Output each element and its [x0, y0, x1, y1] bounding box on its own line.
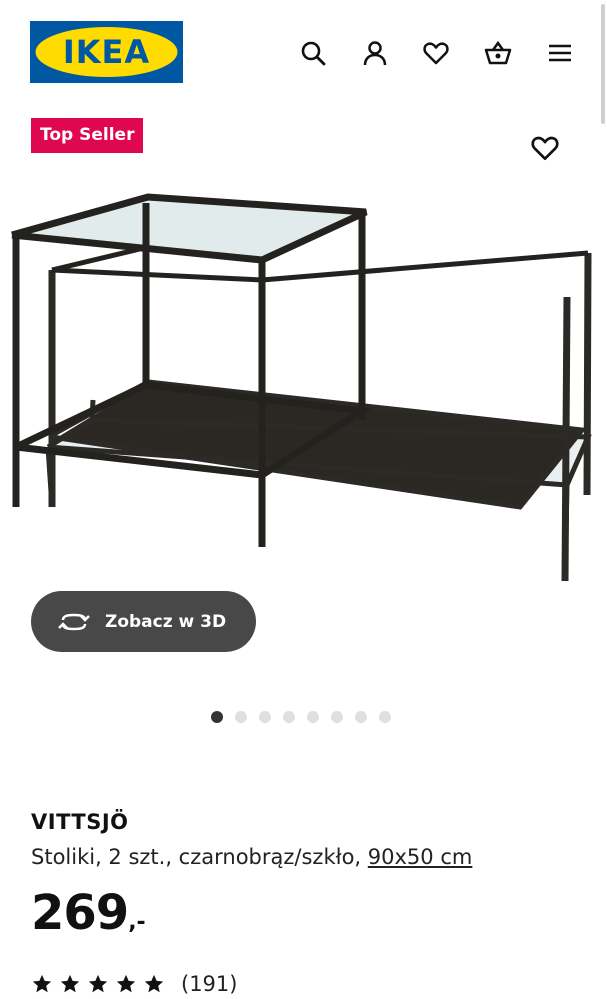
price-integer: 269 — [31, 885, 129, 941]
rotate-3d-icon — [58, 613, 90, 630]
scrollbar[interactable] — [601, 4, 605, 124]
star-icon — [88, 974, 108, 993]
search-icon[interactable] — [296, 36, 330, 70]
carousel-dot[interactable] — [235, 711, 247, 723]
product-description: Stoliki, 2 szt., czarnobrąz/szkło, 90x50… — [31, 845, 472, 869]
carousel-dot[interactable] — [355, 711, 367, 723]
product-rating[interactable]: (191) — [31, 972, 237, 996]
heart-icon — [531, 136, 559, 161]
product-size-link[interactable]: 90x50 cm — [368, 845, 473, 869]
carousel-dot[interactable] — [331, 711, 343, 723]
rating-stars — [31, 973, 165, 995]
heart-icon[interactable] — [419, 36, 453, 70]
top-seller-badge: Top Seller — [31, 118, 144, 153]
star-icon — [60, 974, 80, 993]
review-count: (191) — [181, 972, 238, 996]
ikea-logo[interactable]: IKEA — [30, 21, 183, 83]
carousel-dot[interactable] — [259, 711, 271, 723]
carousel-dot[interactable] — [283, 711, 295, 723]
carousel-dot[interactable] — [211, 711, 223, 723]
star-icon — [32, 974, 52, 993]
product-description-text: Stoliki, 2 szt., czarnobrąz/szkło, — [31, 845, 368, 869]
price-suffix: ,- — [128, 910, 146, 935]
product-price: 269,- — [31, 885, 146, 941]
view-in-3d-label: Zobacz w 3D — [105, 611, 227, 632]
svg-text:IKEA: IKEA — [63, 33, 150, 71]
star-icon — [144, 974, 164, 993]
carousel-dot[interactable] — [307, 711, 319, 723]
add-to-favourites-button[interactable] — [527, 130, 563, 166]
small-table-frame — [11, 193, 373, 547]
carousel-dots — [211, 711, 391, 723]
basket-icon[interactable] — [481, 36, 515, 70]
user-icon[interactable] — [358, 36, 392, 70]
product-name: VITTSJÖ — [31, 810, 129, 834]
carousel-dot[interactable] — [379, 711, 391, 723]
view-in-3d-button[interactable]: Zobacz w 3D — [31, 591, 256, 652]
site-header: IKEA — [0, 0, 607, 100]
product-image[interactable] — [0, 185, 607, 605]
hamburger-menu-icon[interactable] — [543, 36, 577, 70]
star-icon — [116, 974, 136, 993]
